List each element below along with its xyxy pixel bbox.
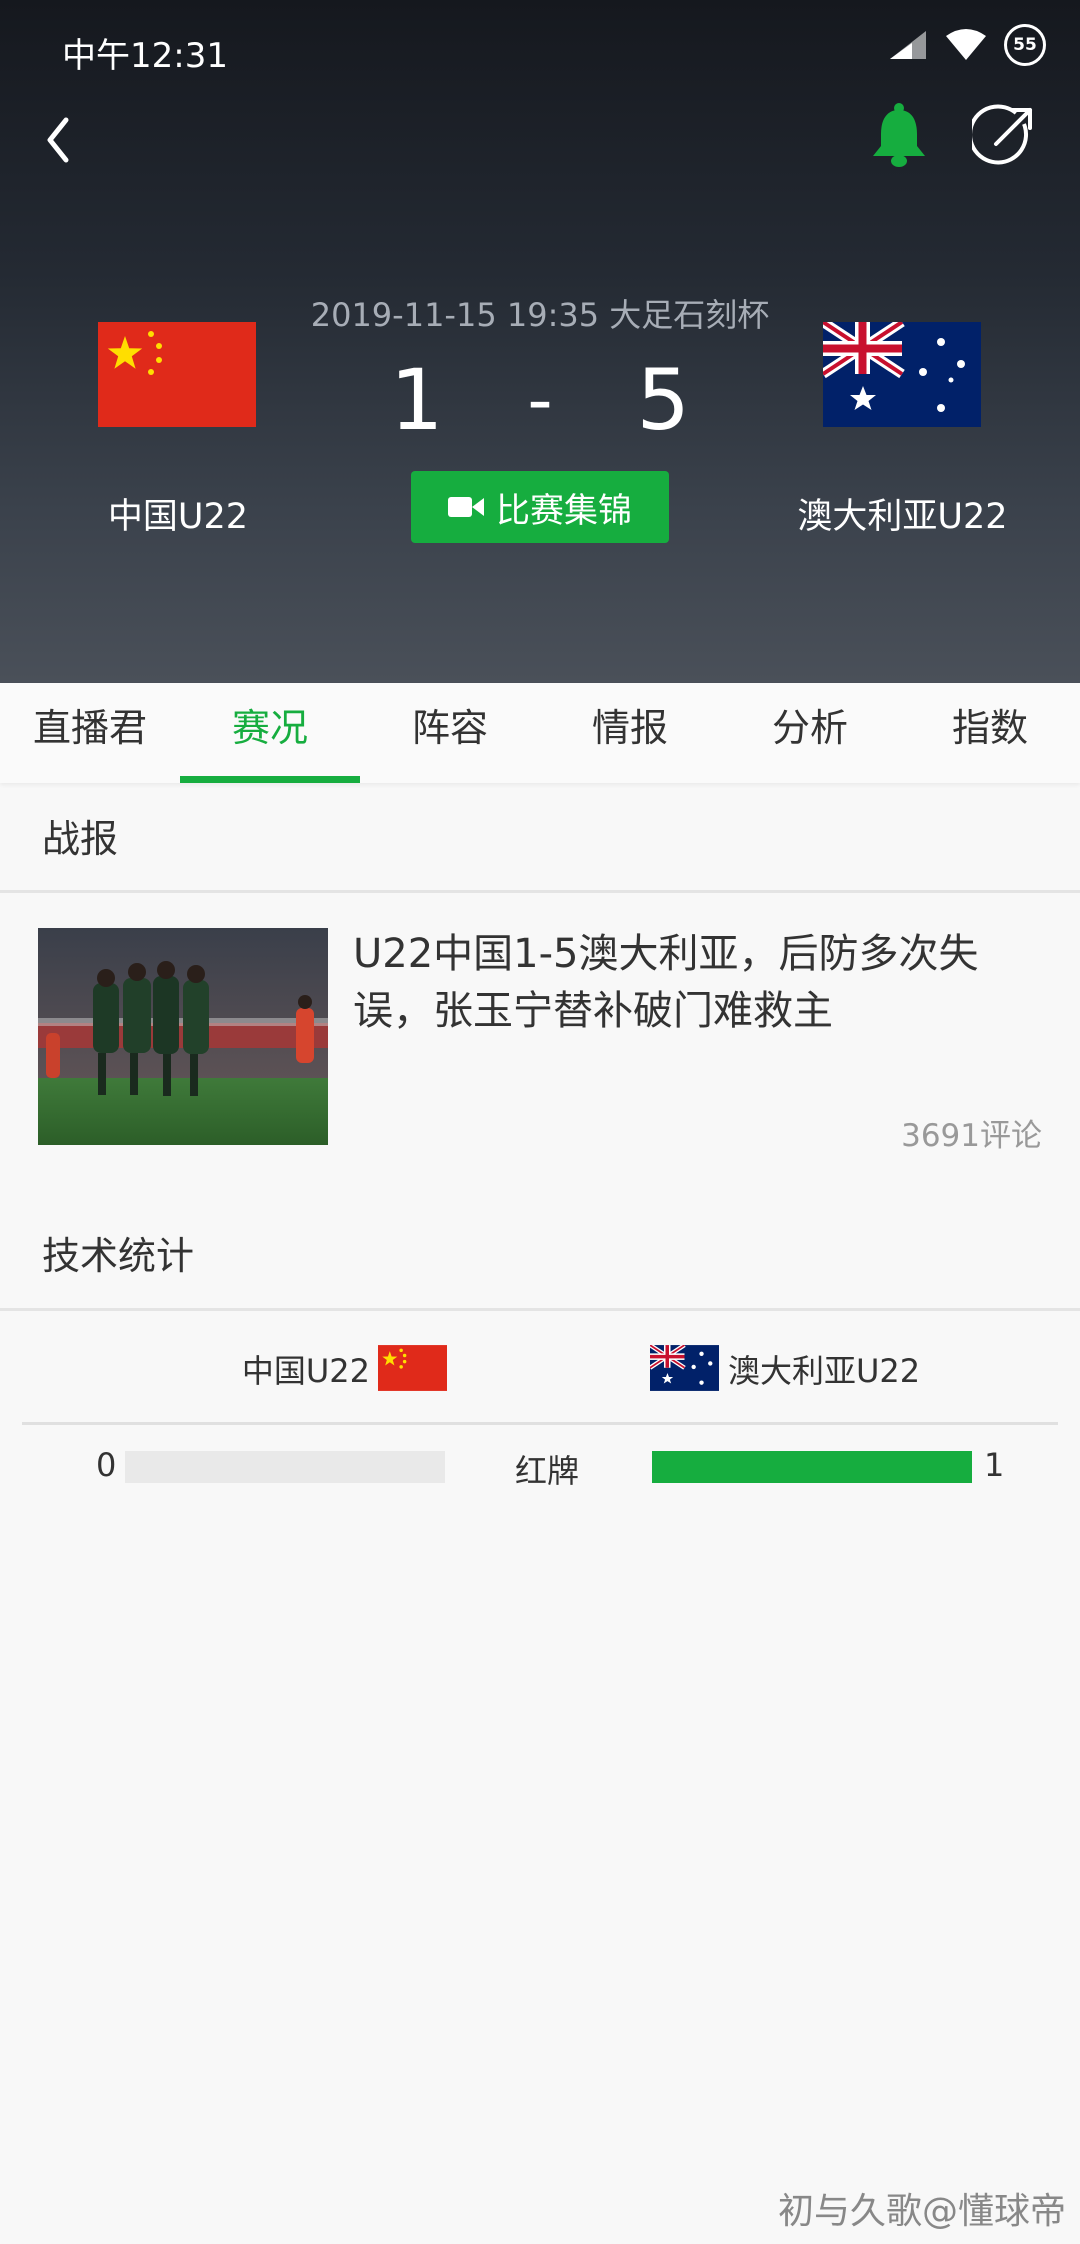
bell-icon[interactable] (868, 100, 930, 170)
report-divider (0, 890, 1080, 893)
stat-away-bar-fill (652, 1451, 972, 1483)
status-time: 中午12:31 (62, 36, 228, 76)
tab-intel[interactable]: 情报 (540, 683, 720, 783)
tab-odds[interactable]: 指数 (900, 683, 1080, 783)
score-separator: - (527, 359, 553, 441)
away-team-name[interactable]: 澳大利亚U22 (780, 488, 1025, 539)
match-header: 中午12:31 55 2019-11-15 19:35 大足石刻杯 1 - 5 … (0, 0, 1080, 683)
news-thumbnail (38, 928, 328, 1145)
news-comment-count: 3691评论 (901, 1118, 1042, 1154)
stat-home-bar (125, 1451, 445, 1483)
home-score: 1 (390, 351, 444, 449)
status-bar: 中午12:31 55 (0, 0, 1080, 96)
australia-flag-icon (823, 322, 981, 427)
stat-row-red-cards: 0 红牌 1 (0, 1440, 1080, 1492)
news-title[interactable]: U22中国1-5澳大利亚，后防多次失误，张玉宁替补破门难救主 (353, 926, 1043, 1040)
away-score: 5 (636, 351, 690, 449)
score: 1 - 5 (390, 345, 690, 455)
battery-icon: 55 (1004, 24, 1046, 66)
stat-home-value: 0 (96, 1446, 117, 1484)
stats-divider-top (0, 1308, 1080, 1311)
tab-match-status[interactable]: 赛况 (180, 683, 360, 783)
report-section-title: 战报 (42, 817, 119, 861)
tab-analysis[interactable]: 分析 (720, 683, 900, 783)
video-camera-icon (448, 497, 484, 517)
wifi-icon (946, 29, 986, 60)
stats-divider (22, 1422, 1058, 1425)
china-flag-icon (378, 1345, 447, 1391)
tab-lineup[interactable]: 阵容 (360, 683, 540, 783)
status-icons: 55 (888, 24, 1046, 66)
back-icon[interactable] (36, 104, 86, 168)
stats-team-header: 中国U22 澳大利亚U22 (0, 1338, 1080, 1396)
stats-section-title: 技术统计 (42, 1234, 195, 1278)
highlights-label: 比赛集锦 (496, 490, 632, 531)
tab-bar: 直播君 赛况 阵容 情报 分析 指数 (0, 683, 1080, 783)
watermark: 初与久歌@懂球帝 (777, 2191, 1066, 2232)
highlights-button[interactable]: 比赛集锦 (411, 471, 669, 543)
home-team-name[interactable]: 中国U22 (58, 488, 298, 539)
stat-label: 红牌 (515, 1452, 580, 1490)
tab-live[interactable]: 直播君 (0, 683, 180, 783)
stats-away-team: 澳大利亚U22 (728, 1352, 921, 1390)
signal-icon (890, 31, 926, 59)
share-icon[interactable] (972, 102, 1038, 168)
stats-home-team: 中国U22 (241, 1352, 370, 1390)
stat-away-value: 1 (984, 1446, 1005, 1484)
stat-away-bar (652, 1451, 972, 1483)
china-flag-icon (98, 322, 256, 427)
australia-flag-icon (650, 1345, 719, 1391)
